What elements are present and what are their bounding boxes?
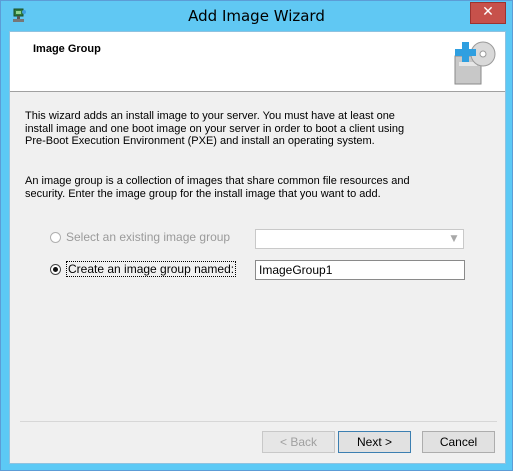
window-title: Add Image Wizard xyxy=(188,7,325,25)
wizard-body: Image Group This wizard adds an install … xyxy=(9,31,506,464)
group-name-input[interactable]: ImageGroup1 xyxy=(255,260,465,280)
wizard-window: Add Image Wizard ✕ Image Group This wiza… xyxy=(0,0,513,471)
chevron-down-icon: ▼ xyxy=(450,234,458,244)
add-disc-image-icon xyxy=(454,41,496,85)
cancel-button[interactable]: Cancel xyxy=(422,431,495,453)
title-bar[interactable]: Add Image Wizard ✕ xyxy=(1,1,512,31)
page-title: Image Group xyxy=(33,43,101,55)
intro-text: This wizard adds an install image to you… xyxy=(25,110,405,147)
radio-existing-button[interactable] xyxy=(50,231,61,243)
back-button[interactable]: < Back xyxy=(262,431,335,453)
radio-existing-group[interactable]: Select an existing image group xyxy=(50,229,230,245)
radio-create-button[interactable] xyxy=(50,263,61,275)
description-text: An image group is a collection of images… xyxy=(25,175,410,200)
radio-existing-label: Select an existing image group xyxy=(66,230,231,244)
radio-create-group[interactable]: Create an image group named: xyxy=(50,261,237,277)
radio-create-label: Create an image group named: xyxy=(66,261,237,277)
footer-divider xyxy=(20,421,497,422)
wizard-app-icon[interactable] xyxy=(10,7,28,25)
next-button[interactable]: Next > xyxy=(338,431,411,453)
existing-group-select[interactable]: ▼ xyxy=(255,229,464,249)
radio-selected-dot xyxy=(53,266,58,272)
close-button[interactable]: ✕ xyxy=(470,2,506,24)
wizard-header: Image Group xyxy=(10,32,505,92)
close-icon: ✕ xyxy=(482,4,494,20)
